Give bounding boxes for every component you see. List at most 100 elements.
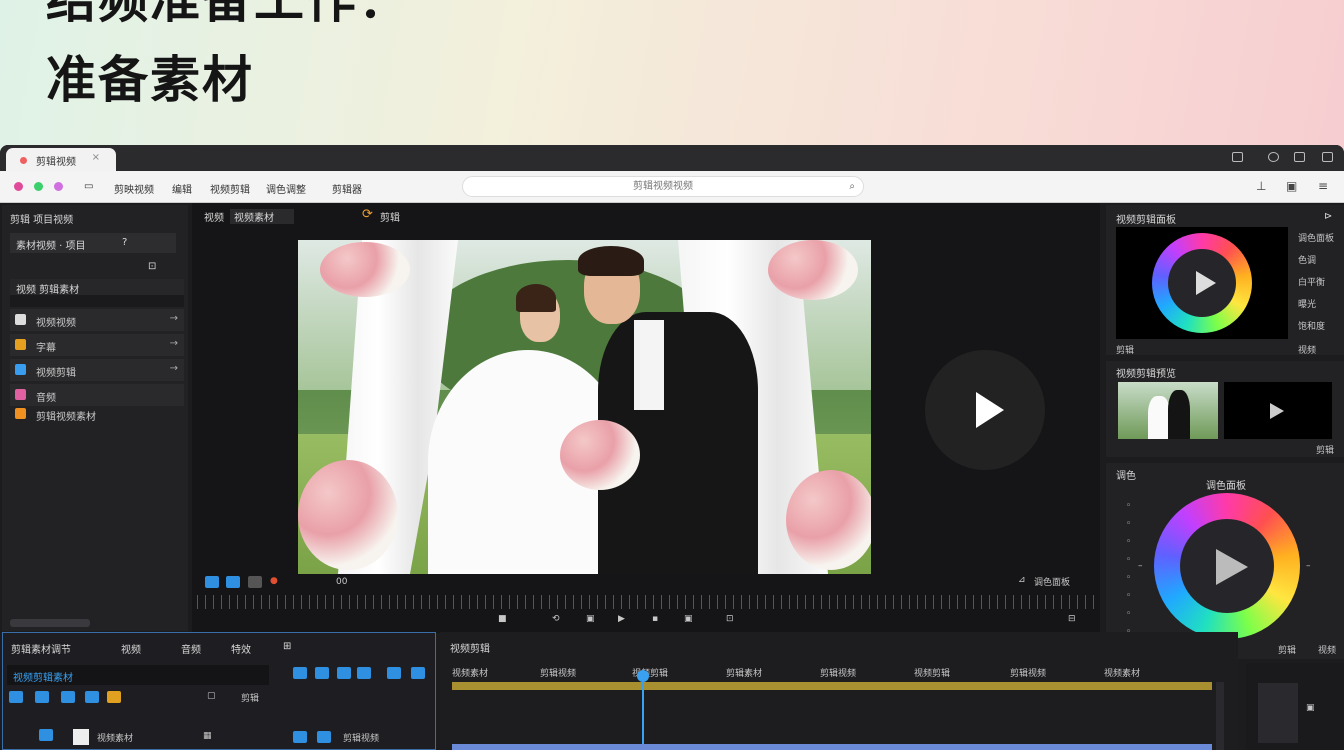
restore-icon[interactable]: [1268, 152, 1279, 162]
list-item[interactable]: 视频剪辑 →: [10, 359, 184, 381]
right-item-5[interactable]: 饱和度: [1298, 319, 1325, 332]
effect-icon[interactable]: [387, 667, 401, 679]
folder-icon[interactable]: [35, 691, 49, 703]
timeline-scrollbar[interactable]: [1216, 682, 1224, 750]
left-scrollbar[interactable]: [10, 619, 90, 627]
play-icon[interactable]: [1196, 271, 1216, 295]
timeline-track[interactable]: [452, 682, 1212, 690]
frame-icon[interactable]: ▣: [586, 614, 595, 624]
tool-icon[interactable]: [205, 576, 219, 588]
mini-icon[interactable]: ▣: [1306, 703, 1315, 713]
right-item-1[interactable]: 调色面板: [1298, 231, 1334, 244]
viewer-tab-2[interactable]: 视频素材: [230, 209, 294, 224]
viewer-ruler[interactable]: [197, 595, 1096, 609]
forward-icon[interactable]: [34, 182, 43, 191]
left-panel-sub[interactable]: 素材视频 · 项目 ?: [10, 233, 176, 253]
effect-icon[interactable]: [315, 667, 329, 679]
loop-icon[interactable]: ⟲: [552, 614, 560, 624]
menu-item-5[interactable]: 剪辑器: [332, 181, 362, 196]
fullscreen-icon[interactable]: ⊡: [726, 614, 734, 624]
import-icon[interactable]: ⊡: [148, 261, 156, 272]
playhead-handle[interactable]: [637, 670, 649, 682]
viewer-tab-1[interactable]: 视频: [204, 209, 224, 224]
maximize-icon[interactable]: [1294, 152, 1305, 162]
thumb-video[interactable]: [1224, 382, 1332, 439]
window-icon[interactable]: ▣: [1286, 179, 1297, 193]
menu-icon[interactable]: ≡: [1318, 179, 1328, 193]
panel-icon[interactable]: ⊿: [1018, 575, 1026, 585]
folder-icon[interactable]: [61, 691, 75, 703]
bl-more-icon[interactable]: ⊞: [283, 641, 291, 652]
play-icon: [976, 392, 1004, 428]
bl-grid-icon[interactable]: ▦: [203, 731, 212, 741]
right-item-4[interactable]: 曝光: [1298, 297, 1316, 310]
menu-item-1[interactable]: 剪映视频: [114, 181, 154, 196]
menu-item-2[interactable]: 编辑: [172, 181, 192, 196]
bl-field[interactable]: 视频剪辑素材: [7, 665, 269, 685]
play-small-icon[interactable]: ▶: [618, 614, 625, 624]
right-item-3[interactable]: 白平衡: [1298, 275, 1325, 288]
menu-item-4[interactable]: 调色调整: [266, 181, 306, 196]
stop-icon[interactable]: ■: [498, 614, 507, 624]
row-header: 视频 剪辑素材: [10, 279, 184, 296]
bl-tab-3[interactable]: 音频: [181, 641, 201, 656]
play-icon[interactable]: [1216, 549, 1248, 585]
bl-bottom-label-2: 剪辑视频: [343, 734, 380, 744]
snapshot-icon[interactable]: ▣: [684, 614, 693, 624]
play-overlay[interactable]: [925, 350, 1045, 470]
playhead[interactable]: [642, 672, 644, 750]
right-section-3: 调色 调色面板 – – ◦◦◦◦◦◦◦◦ 剪辑 视频: [1106, 463, 1344, 659]
tool-icon[interactable]: [317, 731, 331, 743]
record-icon[interactable]: ●: [270, 576, 278, 586]
search-icon[interactable]: ⌕: [849, 177, 855, 196]
back-icon[interactable]: [14, 182, 23, 191]
slider-right-icon[interactable]: –: [1306, 561, 1311, 571]
tool-icon[interactable]: [226, 576, 240, 588]
folder-icon[interactable]: [107, 691, 121, 703]
help-icon[interactable]: ?: [122, 237, 127, 248]
swatch-white[interactable]: [73, 729, 89, 745]
effect-icon[interactable]: [357, 667, 371, 679]
slider-left-icon[interactable]: –: [1138, 561, 1143, 571]
bl-tab-4[interactable]: 特效: [231, 641, 251, 656]
list-item[interactable]: 字幕 →: [10, 334, 184, 356]
arrow-icon[interactable]: →: [170, 363, 178, 374]
list-item[interactable]: 剪辑视频素材: [10, 403, 184, 425]
browser-tab[interactable]: 剪辑视频 ×: [6, 148, 116, 171]
timeline-label-8: 视频素材: [1104, 669, 1141, 679]
arrow-icon[interactable]: →: [170, 338, 178, 349]
right-item-2[interactable]: 色调: [1298, 253, 1316, 266]
audio-icon: [15, 389, 26, 400]
close-icon[interactable]: ×: [92, 152, 100, 163]
panel-menu-icon[interactable]: ⊳: [1324, 211, 1332, 222]
tool-icon[interactable]: [248, 576, 262, 588]
menu-item-3[interactable]: 视频剪辑: [210, 181, 250, 196]
folder-icon[interactable]: [9, 691, 23, 703]
list-item[interactable]: 视频视频 →: [10, 309, 184, 331]
effect-icon[interactable]: [411, 667, 425, 679]
effect-icon[interactable]: [337, 667, 351, 679]
video-clip[interactable]: [452, 744, 1212, 750]
effect-icon[interactable]: [293, 667, 307, 679]
tool-icon[interactable]: [39, 729, 53, 741]
tool-icon[interactable]: [293, 731, 307, 743]
tab-bar: 剪辑视频 ×: [0, 145, 1344, 171]
minimize-icon[interactable]: [1232, 152, 1243, 162]
settings-icon[interactable]: ⊟: [1068, 614, 1076, 624]
tool-column[interactable]: ◦◦◦◦◦◦◦◦: [1126, 497, 1131, 641]
thumb-image[interactable]: [1118, 382, 1218, 439]
timeline-panel: 视频剪辑 视频素材 剪辑视频 视频剪辑 剪辑素材 剪辑视频 视频剪辑 剪辑视频 …: [440, 632, 1238, 750]
mark-icon[interactable]: ▪: [652, 614, 658, 624]
sidebar-toggle-icon[interactable]: ▭: [84, 181, 93, 192]
address-bar[interactable]: 剪辑视频视频 ⌕: [462, 176, 864, 197]
refresh-icon[interactable]: [54, 182, 63, 191]
bl-box-icon[interactable]: ▢: [207, 691, 216, 701]
bl-tab-2[interactable]: 视频: [121, 641, 141, 656]
cursor-icon[interactable]: ⊥: [1256, 179, 1266, 193]
headline-line2: 准备素材: [46, 51, 254, 109]
bl-tab-1[interactable]: 剪辑素材调节: [11, 641, 71, 656]
play-icon: [15, 364, 26, 375]
folder-icon[interactable]: [85, 691, 99, 703]
close-window-icon[interactable]: [1322, 152, 1333, 162]
arrow-icon[interactable]: →: [170, 313, 178, 324]
